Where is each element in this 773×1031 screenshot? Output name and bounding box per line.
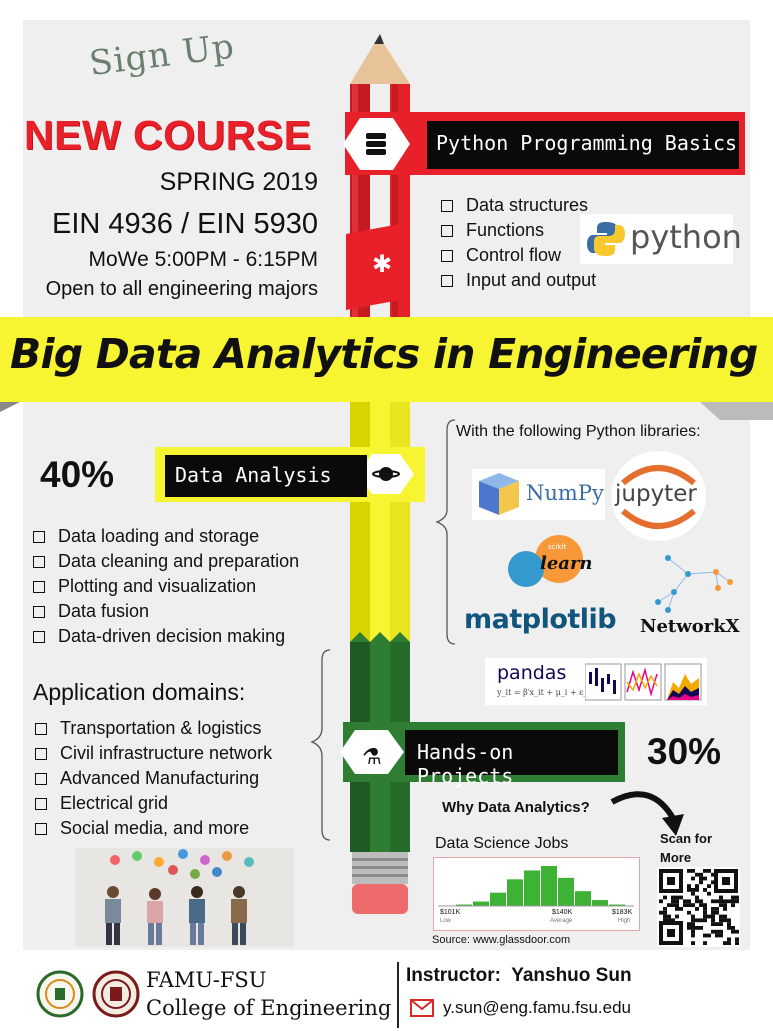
list-item: Data-driven decision making	[33, 624, 299, 649]
pencil-lead	[374, 34, 384, 44]
checkbox-icon	[35, 797, 47, 810]
list-item: Social media, and more	[35, 816, 272, 841]
college-name-line1: FAMU-FSU	[146, 968, 267, 992]
numpy-logo: NumPy	[472, 469, 605, 520]
checkbox-icon	[35, 822, 47, 835]
data-analysis-list: Data loading and storage Data cleaning a…	[33, 524, 299, 649]
footer-divider	[397, 962, 399, 1028]
why-data-analytics-text: Why Data Analytics?	[442, 799, 590, 816]
jupyter-logo: jupyter	[611, 451, 706, 541]
libraries-heading: With the following Python libraries:	[456, 423, 701, 440]
networkx-logo: NetworkX	[638, 552, 752, 642]
high-label: High	[618, 918, 631, 924]
mail-icon	[410, 999, 434, 1017]
checkbox-icon	[33, 605, 45, 618]
applications-heading: Application domains:	[33, 679, 246, 705]
python-logo-text: python	[630, 218, 742, 256]
list-item: Control flow	[441, 243, 596, 268]
python-topics-list: Data structures Functions Control flow I…	[441, 193, 596, 293]
list-item: Advanced Manufacturing	[35, 766, 272, 791]
python-section-title: Python Programming Basics	[427, 121, 739, 169]
histogram-bar	[490, 892, 506, 906]
list-item: Civil infrastructure network	[35, 741, 272, 766]
instructor-text: Instructor: Yanshuo Sun	[406, 965, 632, 986]
histogram-bar	[558, 877, 574, 906]
course-title: Big Data Analytics in Engineering	[10, 330, 758, 378]
list-item: Data cleaning and preparation	[33, 549, 299, 574]
projects-title: Hands-on Projects	[405, 730, 618, 788]
checkbox-icon	[33, 555, 45, 568]
avg-value-label: $140K	[552, 909, 573, 916]
histogram-bar	[541, 866, 557, 906]
checkbox-icon	[441, 199, 453, 212]
avg-label: Average	[550, 918, 573, 924]
numpy-cube-icon	[479, 473, 519, 515]
scan-for-more-text: Scan for More	[660, 831, 713, 865]
people-with-phones-image	[75, 848, 294, 947]
data-analysis-title: Data Analysis	[165, 455, 367, 497]
python-logo: python	[580, 214, 742, 264]
checkbox-icon	[441, 224, 453, 237]
sklearn-logo: scikit learn	[504, 535, 594, 587]
instructor-email-link[interactable]: y.sun@eng.famu.fsu.edu	[443, 998, 631, 1018]
schedule-text: MoWe 5:00PM - 6:15PM	[88, 248, 318, 271]
list-item: Plotting and visualization	[33, 574, 299, 599]
histogram-bar	[524, 870, 540, 906]
python-snake-icon	[587, 222, 625, 256]
new-course-heading: NEW COURSE	[24, 112, 312, 158]
planet-icon	[379, 467, 393, 481]
histogram-bar	[592, 900, 608, 906]
histogram-bar	[473, 901, 489, 906]
semester-text: SPRING 2019	[159, 168, 318, 196]
projects-percent: 30%	[647, 731, 722, 772]
data-analysis-percent: 40%	[40, 454, 115, 495]
jobs-histogram	[438, 866, 634, 907]
low-value-label: $101K	[440, 909, 461, 916]
list-item: Data structures	[441, 193, 596, 218]
source-text: Source: www.glassdoor.com	[432, 934, 571, 946]
matplotlib-logo: matplotlib	[464, 604, 617, 635]
checkbox-icon	[33, 530, 45, 543]
pencil-tip-wood	[350, 44, 410, 84]
flask-icon: ⚗	[362, 745, 382, 770]
pandas-logo: pandas y_it = β′x_it + μ_i + ε_it	[485, 658, 707, 705]
person-figures	[105, 886, 247, 945]
checkbox-icon	[35, 772, 47, 785]
checkbox-icon	[35, 747, 47, 760]
list-item: Data fusion	[33, 599, 299, 624]
applications-list: Transportation & logistics Civil infrast…	[35, 716, 272, 841]
jobs-chart: $101K Low $140K Average $183K High	[433, 857, 640, 931]
list-item: Data loading and storage	[33, 524, 299, 549]
stack-icon	[366, 133, 386, 155]
histogram-bar	[575, 891, 591, 906]
checkbox-icon	[33, 580, 45, 593]
histogram-bar	[507, 879, 523, 906]
list-item: Transportation & logistics	[35, 716, 272, 741]
list-item: Electrical grid	[35, 791, 272, 816]
college-name-line2: College of Engineering	[146, 996, 392, 1020]
pencil-eraser	[352, 884, 408, 914]
course-codes-text: EIN 4936 / EIN 5930	[52, 208, 318, 240]
list-item: Functions	[441, 218, 596, 243]
university-seals	[36, 970, 140, 1018]
checkbox-icon	[441, 274, 453, 287]
audience-text: Open to all engineering majors	[45, 278, 318, 300]
list-item: Input and output	[441, 268, 596, 293]
qr-code-icon[interactable]	[657, 867, 740, 947]
low-label: Low	[440, 918, 452, 924]
checkbox-icon	[441, 249, 453, 262]
puzzle-icon: ✱	[372, 250, 392, 278]
checkbox-icon	[35, 722, 47, 735]
jobs-chart-title: Data Science Jobs	[435, 835, 569, 852]
checkbox-icon	[33, 630, 45, 643]
high-value-label: $183K	[612, 909, 633, 916]
